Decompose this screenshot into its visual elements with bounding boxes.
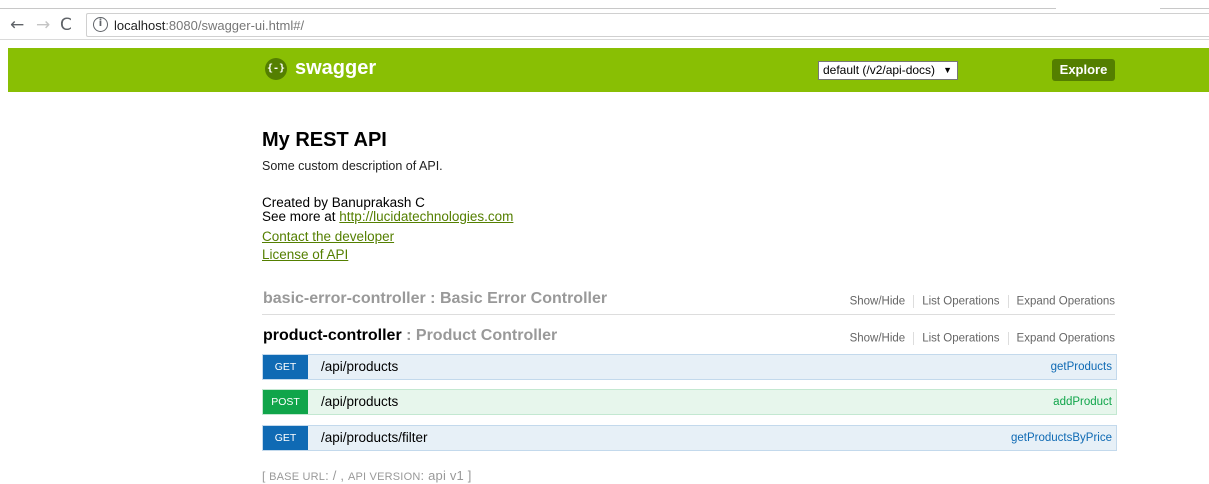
controller-operations-links: Show/Hide List Operations Expand Operation…: [850, 332, 1115, 345]
operation-nickname[interactable]: addProduct: [1053, 396, 1112, 408]
api-title: My REST API: [262, 129, 387, 151]
controller-description: : Basic Error Controller: [425, 290, 608, 307]
api-version-label: API VERSION: [347, 471, 421, 483]
controller-name[interactable]: basic-error-controller: [263, 290, 426, 307]
forward-arrow-icon[interactable]: →: [36, 16, 50, 34]
url-host: localhost: [114, 18, 166, 33]
http-method-badge[interactable]: POST: [263, 390, 308, 414]
operation-path[interactable]: /api/products/filter: [321, 430, 428, 445]
caret-down-icon: ▼: [943, 65, 952, 75]
expand-operations-link[interactable]: Expand Operations: [1017, 333, 1115, 345]
swagger-title[interactable]: swagger: [295, 57, 376, 80]
operation-get-products-by-price[interactable]: GET /api/products/filter getProductsByPr…: [262, 425, 1117, 451]
swagger-header: {-} swagger default (/v2/api-docs) ▼ Exp…: [8, 48, 1209, 92]
back-arrow-icon[interactable]: ←: [10, 16, 24, 34]
http-method-badge[interactable]: GET: [263, 355, 308, 379]
spec-select-value: default (/v2/api-docs): [823, 63, 936, 77]
spec-select[interactable]: default (/v2/api-docs) ▼: [818, 61, 958, 80]
http-method-badge[interactable]: GET: [263, 426, 308, 450]
tab-strip-divider-right: [1160, 8, 1209, 9]
api-see-more: See more at http://lucidatechnologies.co…: [262, 210, 513, 224]
controller-product: product-controller : Product Controller …: [262, 324, 1115, 352]
license-link[interactable]: License of API: [262, 247, 348, 262]
api-footer: [ BASE URL: / , API VERSION: api v1 ]: [262, 468, 472, 483]
contact-developer-row: Contact the developer: [262, 229, 394, 244]
address-bar[interactable]: i localhost:8080/swagger-ui.html#/: [86, 13, 1209, 37]
divider: [913, 332, 915, 345]
divider: [1007, 295, 1009, 308]
operation-path[interactable]: /api/products: [321, 359, 398, 374]
show-hide-link[interactable]: Show/Hide: [850, 296, 906, 308]
controller-operations-links: Show/Hide List Operations Expand Operation…: [850, 295, 1115, 308]
controller-heading[interactable]: basic-error-controller : Basic Error Con…: [263, 290, 607, 308]
operation-nickname[interactable]: getProductsByPrice: [1011, 432, 1112, 444]
browser-toolbar: ← → C i localhost:8080/swagger-ui.html#/: [0, 0, 1209, 40]
controller-heading[interactable]: product-controller : Product Controller: [263, 327, 557, 345]
api-created-by: Created by Banuprakash C: [262, 195, 425, 210]
tab-strip-divider: [0, 8, 1056, 9]
operation-get-products[interactable]: GET /api/products getProducts: [262, 354, 1117, 380]
operation-nickname[interactable]: getProducts: [1051, 361, 1112, 373]
explore-button[interactable]: Explore: [1052, 59, 1115, 81]
operation-add-product[interactable]: POST /api/products addProduct: [262, 389, 1117, 415]
operation-path[interactable]: /api/products: [321, 394, 398, 409]
controller-description: : Product Controller: [401, 327, 558, 344]
contact-developer-link[interactable]: Contact the developer: [262, 229, 394, 244]
license-row: License of API: [262, 247, 348, 262]
base-url-label: BASE URL: [269, 471, 326, 483]
swagger-logo-icon[interactable]: {-}: [265, 58, 287, 80]
url-path: :8080/swagger-ui.html#/: [165, 18, 305, 33]
info-icon[interactable]: i: [93, 17, 108, 32]
divider: [1007, 332, 1009, 345]
controller-basic-error: basic-error-controller : Basic Error Con…: [262, 287, 1115, 315]
list-operations-link[interactable]: List Operations: [922, 333, 999, 345]
api-version-value: : api v1 ]: [420, 468, 472, 483]
divider: [913, 295, 915, 308]
url-text: localhost:8080/swagger-ui.html#/: [114, 18, 304, 33]
controller-name[interactable]: product-controller: [263, 327, 402, 344]
api-description: Some custom description of API.: [262, 159, 443, 173]
show-hide-link[interactable]: Show/Hide: [850, 333, 906, 345]
see-more-prefix: See more at: [262, 209, 340, 224]
reload-icon[interactable]: C: [60, 16, 72, 34]
base-url-value: : / ,: [325, 468, 348, 483]
list-operations-link[interactable]: List Operations: [922, 296, 999, 308]
expand-operations-link[interactable]: Expand Operations: [1017, 296, 1115, 308]
see-more-link[interactable]: http://lucidatechnologies.com: [339, 209, 513, 224]
